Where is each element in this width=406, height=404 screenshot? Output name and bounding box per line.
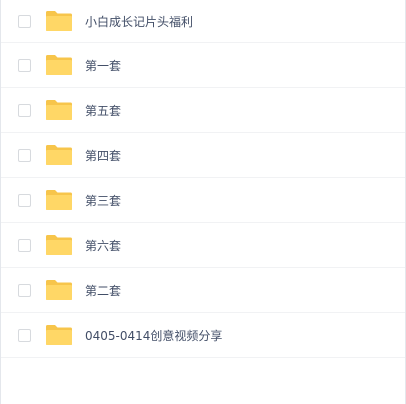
file-name[interactable]: 小白成长记片头福利	[85, 13, 193, 30]
file-name[interactable]: 第六套	[85, 237, 121, 254]
file-row[interactable]: 小白成长记片头福利	[1, 0, 405, 43]
file-row[interactable]: 第一套	[1, 43, 405, 88]
file-row[interactable]: 0405-0414创意视频分享	[1, 313, 405, 358]
folder-icon	[45, 99, 73, 121]
file-name[interactable]: 第五套	[85, 102, 121, 119]
file-row[interactable]: 第三套	[1, 178, 405, 223]
row-checkbox[interactable]	[18, 58, 31, 72]
row-checkbox[interactable]	[18, 238, 31, 252]
row-checkbox[interactable]	[18, 14, 31, 28]
file-row[interactable]: 第五套	[1, 88, 405, 133]
file-row[interactable]: 第二套	[1, 268, 405, 313]
folder-icon	[45, 234, 73, 256]
row-checkbox[interactable]	[18, 148, 31, 162]
folder-icon	[45, 144, 73, 166]
file-name[interactable]: 第一套	[85, 57, 121, 74]
folder-icon	[45, 10, 73, 32]
folder-icon	[45, 54, 73, 76]
file-list: 小白成长记片头福利 第一套 第五套 第四套 第三套 第六套 第二套 0405-0…	[1, 0, 405, 358]
row-checkbox[interactable]	[18, 103, 31, 117]
row-checkbox[interactable]	[18, 193, 31, 207]
file-row[interactable]: 第六套	[1, 223, 405, 268]
folder-icon	[45, 189, 73, 211]
folder-icon	[45, 279, 73, 301]
row-checkbox[interactable]	[18, 283, 31, 297]
file-name[interactable]: 第四套	[85, 147, 121, 164]
file-name[interactable]: 第二套	[85, 282, 121, 299]
folder-icon	[45, 324, 73, 346]
file-row[interactable]: 第四套	[1, 133, 405, 178]
file-list-panel: 小白成长记片头福利 第一套 第五套 第四套 第三套 第六套 第二套 0405-0…	[0, 0, 406, 404]
row-checkbox[interactable]	[18, 328, 31, 342]
file-name[interactable]: 0405-0414创意视频分享	[85, 327, 222, 344]
file-name[interactable]: 第三套	[85, 192, 121, 209]
